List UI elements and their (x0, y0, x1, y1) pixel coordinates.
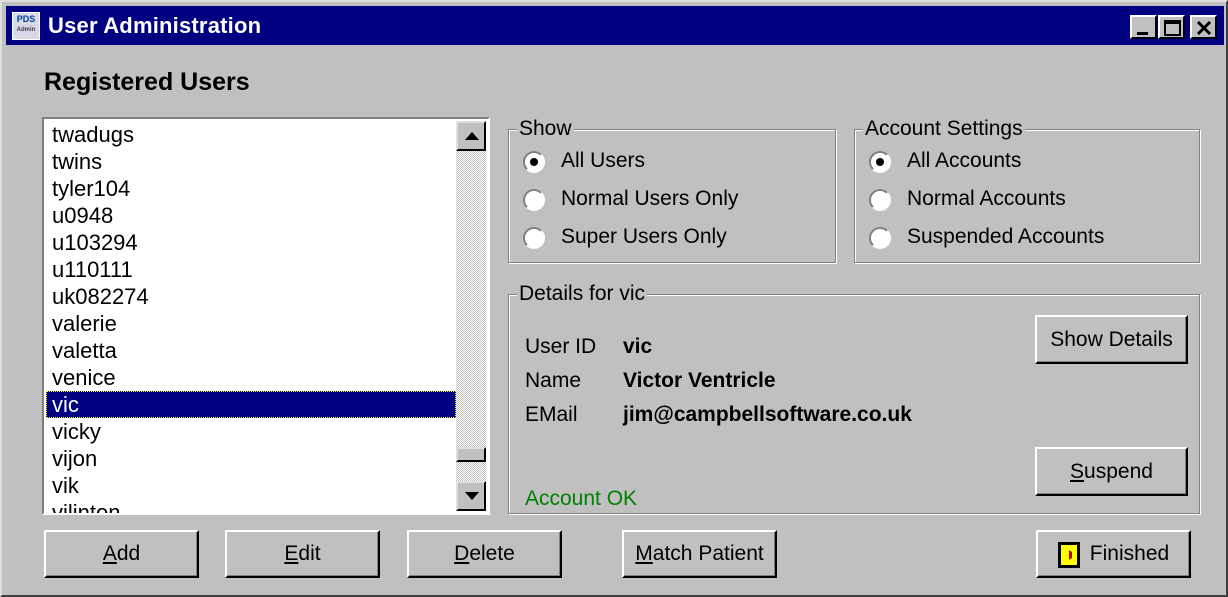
account-option-label: All Accounts (907, 149, 1022, 172)
add-button[interactable]: Add (44, 530, 199, 578)
account-option-label: Suspended Accounts (907, 225, 1105, 248)
list-item[interactable]: u103294 (46, 229, 456, 256)
registered-users-heading: Registered Users (44, 68, 250, 96)
list-item[interactable]: vilinton (46, 499, 456, 513)
scroll-thumb[interactable] (456, 447, 486, 462)
details-title: Details for vic (517, 282, 648, 306)
show-details-label: Show Details (1050, 327, 1173, 351)
show-details-button[interactable]: Show Details (1035, 315, 1188, 364)
close-icon (1196, 20, 1212, 36)
edit-label: Edit (284, 542, 321, 565)
radio-dot (876, 158, 884, 166)
email-label: EMail (525, 403, 578, 426)
window-title: User Administration (48, 13, 262, 38)
users-listbox[interactable]: twadugs twins tyler104 u0948 u103294 u110111 u… (42, 117, 490, 515)
radio-dot (530, 158, 538, 166)
list-item[interactable]: vic (46, 391, 456, 418)
user-administration-window: PDS Admin User Administration Registered … (0, 0, 1228, 597)
show-option-label: All Users (561, 149, 646, 172)
close-button[interactable] (1190, 15, 1217, 39)
list-item[interactable]: u110111 (46, 256, 456, 283)
show-option-label: Super Users Only (561, 225, 727, 248)
exit-door-icon (1058, 542, 1080, 568)
list-item[interactable]: venice (46, 364, 456, 391)
radio-button[interactable] (523, 151, 545, 173)
match-patient-button[interactable]: Match Patient (622, 530, 777, 578)
email-value: jim@campbellsoftware.co.uk (623, 403, 912, 426)
minimize-button[interactable] (1130, 15, 1157, 39)
title-bar[interactable]: PDS Admin User Administration (6, 6, 1224, 45)
list-item[interactable]: tyler104 (46, 175, 456, 202)
suspend-label: Suspend (1070, 459, 1153, 483)
list-item[interactable]: u0948 (46, 202, 456, 229)
show-group-title: Show (517, 117, 574, 141)
finished-label: Finished (1089, 542, 1170, 565)
list-item[interactable]: valerie (46, 310, 456, 337)
scroll-down-button[interactable] (456, 481, 486, 511)
list-item[interactable]: uk082274 (46, 283, 456, 310)
list-item[interactable]: twins (46, 148, 456, 175)
show-group: Show All Users Normal Users Only Super Use… (508, 117, 836, 263)
add-label: Add (102, 542, 141, 565)
arrow-up-icon (465, 132, 479, 140)
list-item[interactable]: valetta (46, 337, 456, 364)
app-icon: PDS Admin (12, 12, 40, 40)
name-value: Victor Ventricle (623, 369, 776, 392)
minimize-icon (1137, 32, 1148, 35)
list-scrollbar[interactable] (456, 121, 486, 511)
account-settings-group: Account Settings All Accounts Normal Acco… (854, 117, 1200, 263)
show-option-label: Normal Users Only (561, 187, 739, 210)
account-option-label: Normal Accounts (907, 187, 1066, 210)
user-id-value: vic (623, 335, 653, 358)
radio-button[interactable] (523, 227, 545, 249)
account-status: Account OK (525, 487, 638, 510)
radio-button[interactable] (869, 151, 891, 173)
list-item[interactable]: vicky (46, 418, 456, 445)
details-group: Details for vic User ID vic Name Victor … (508, 282, 1200, 514)
radio-button[interactable] (523, 189, 545, 211)
match-patient-label: Match Patient (635, 542, 764, 565)
radio-button[interactable] (869, 189, 891, 211)
list-item[interactable]: vik (46, 472, 456, 499)
suspend-button[interactable]: Suspend (1035, 447, 1188, 496)
edit-button[interactable]: Edit (225, 530, 380, 578)
user-id-label: User ID (525, 335, 597, 358)
maximize-icon (1164, 20, 1181, 36)
delete-label: Delete (454, 542, 515, 565)
list-item[interactable]: twadugs (46, 121, 456, 148)
list-item[interactable]: vijon (46, 445, 456, 472)
radio-button[interactable] (869, 227, 891, 249)
finished-button[interactable]: Finished (1036, 530, 1191, 578)
arrow-down-icon (465, 492, 479, 500)
name-label: Name (525, 369, 582, 392)
delete-button[interactable]: Delete (407, 530, 562, 578)
maximize-button[interactable] (1158, 15, 1185, 39)
scroll-up-button[interactable] (456, 121, 486, 151)
users-list: twadugs twins tyler104 u0948 u103294 u110111 u… (46, 121, 456, 513)
account-settings-title: Account Settings (863, 117, 1025, 141)
